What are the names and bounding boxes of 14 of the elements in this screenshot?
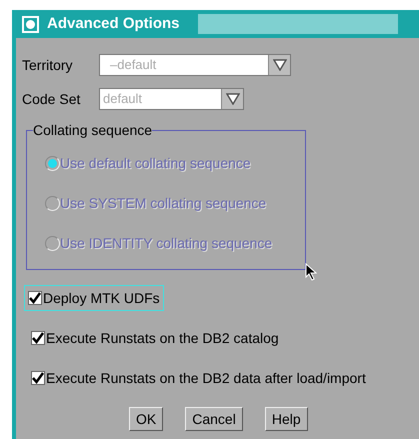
window-menu-icon[interactable] [22, 16, 39, 32]
field-label: Code Set [22, 90, 82, 108]
mouse-pointer-icon [305, 263, 317, 281]
dialog-button[interactable]: Cancel [185, 407, 243, 431]
checkbox-row[interactable]: Deploy MTK UDFs [24, 285, 164, 311]
checkbox-row[interactable]: Execute Runstats on the DB2 data after load/import [27, 365, 370, 391]
dialog-button[interactable]: Help [264, 407, 308, 431]
field-label: Territory [22, 56, 74, 75]
dialog-button[interactable]: OK [129, 407, 164, 431]
checkbox[interactable] [31, 331, 45, 345]
window-title: Advanced Options [47, 14, 180, 34]
checkbox[interactable] [31, 371, 45, 385]
checkbox[interactable] [28, 291, 42, 305]
checkbox-row[interactable]: Execute Runstats on the DB2 catalog [27, 325, 283, 351]
